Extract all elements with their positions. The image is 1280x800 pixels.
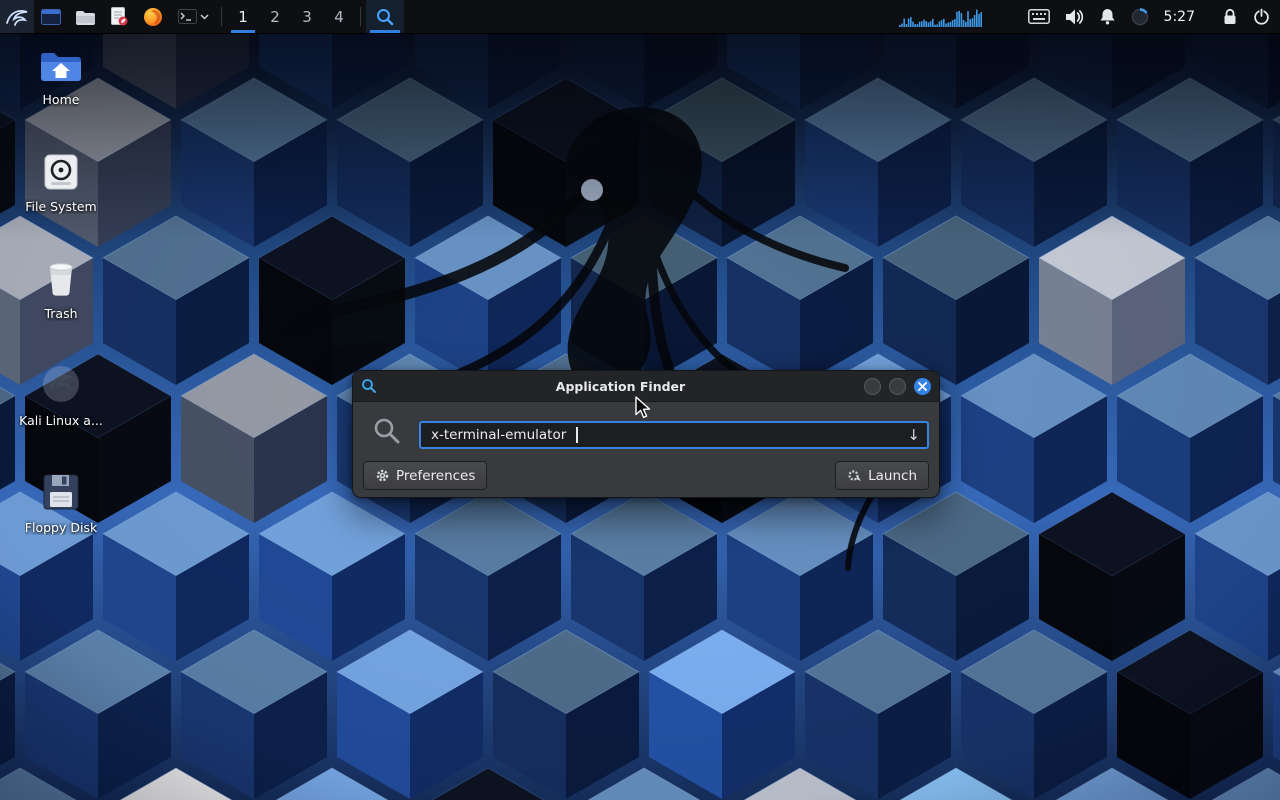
launcher-terminal-dropdown[interactable] (170, 0, 216, 33)
workspace-1[interactable]: 1 (227, 0, 259, 33)
lock-icon[interactable] (1222, 8, 1238, 25)
desktop-icon-grid: Home File System Trash Kali L (0, 40, 122, 575)
close-icon (918, 382, 927, 391)
desktop-icon-label: Home (43, 92, 80, 107)
desktop-icon-file-system[interactable]: File System (0, 147, 122, 235)
launch-button[interactable]: Launch (835, 461, 929, 490)
application-finder-window: Application Finder x-terminal-emulator ↓ (352, 370, 940, 498)
search-icon (373, 417, 403, 447)
launcher-window[interactable] (34, 0, 68, 33)
desktop-icon-floppy-disk[interactable]: Floppy Disk (0, 468, 122, 556)
minimize-button[interactable] (864, 378, 881, 395)
text-caret (576, 427, 578, 443)
panel-separator (360, 7, 361, 26)
home-folder-icon (39, 48, 83, 84)
notifications-bell-icon[interactable] (1099, 8, 1116, 25)
search-input[interactable]: x-terminal-emulator ↓ (419, 421, 929, 449)
button-row: Preferences Launch (363, 461, 929, 488)
status-circle-icon[interactable] (1131, 8, 1149, 26)
application-finder-icon (375, 7, 395, 27)
preferences-button[interactable]: Preferences (363, 461, 487, 490)
window-controls (864, 378, 931, 395)
launch-icon (847, 468, 862, 483)
titlebar[interactable]: Application Finder (353, 371, 939, 402)
clock[interactable]: 5:27 (1164, 9, 1195, 25)
applications-menu-button[interactable] (0, 0, 34, 33)
close-button[interactable] (914, 378, 931, 395)
terminal-icon (178, 9, 197, 24)
floppy-disk-icon (41, 472, 81, 512)
panel-separator (221, 7, 222, 26)
folder-icon (75, 9, 95, 25)
power-icon[interactable] (1253, 8, 1270, 25)
workspace-3[interactable]: 3 (291, 0, 323, 33)
search-input-value: x-terminal-emulator (431, 427, 566, 443)
launch-label: Launch (868, 468, 917, 484)
launcher-text-editor[interactable] (102, 0, 136, 33)
audio-spectrum-graph (899, 7, 983, 27)
gear-icon (375, 468, 390, 483)
kali-ghost-icon (39, 363, 83, 405)
launcher-file-manager[interactable] (68, 0, 102, 33)
firefox-icon (143, 7, 163, 27)
workspace-2[interactable]: 2 (259, 0, 291, 33)
preferences-label: Preferences (396, 468, 475, 484)
desktop-icon-label: Kali Linux a... (19, 413, 103, 428)
workspace-4[interactable]: 4 (323, 0, 355, 33)
panel-left: 1 2 3 4 (0, 0, 404, 33)
top-panel: 1 2 3 4 (0, 0, 1280, 34)
desktop-icon-trash[interactable]: Trash (0, 254, 122, 342)
trash-icon (39, 258, 83, 298)
taskbar-application-finder[interactable] (366, 0, 404, 33)
desktop: 1 2 3 4 (0, 0, 1280, 800)
launcher-firefox[interactable] (136, 0, 170, 33)
chevron-down-icon (200, 14, 209, 20)
keyboard-icon[interactable] (1028, 9, 1050, 24)
desktop-icon-home[interactable]: Home (0, 40, 122, 128)
desktop-icon-label: Floppy Disk (25, 520, 97, 535)
panel-right: 5:27 (899, 0, 1280, 33)
window-app-icon (361, 378, 377, 394)
search-row: x-terminal-emulator ↓ (353, 411, 939, 455)
window-title: Application Finder (377, 379, 864, 394)
desktop-icon-kali-docs[interactable]: Kali Linux a... (0, 361, 122, 449)
maximize-button[interactable] (889, 378, 906, 395)
window-icon (41, 9, 61, 25)
desktop-icon-label: File System (25, 199, 97, 214)
dropdown-arrow-icon[interactable]: ↓ (907, 426, 920, 444)
file-system-icon (39, 153, 83, 191)
volume-icon[interactable] (1065, 9, 1084, 25)
desktop-icon-label: Trash (44, 306, 77, 321)
text-editor-icon (111, 7, 128, 26)
kali-logo-icon (5, 7, 29, 27)
